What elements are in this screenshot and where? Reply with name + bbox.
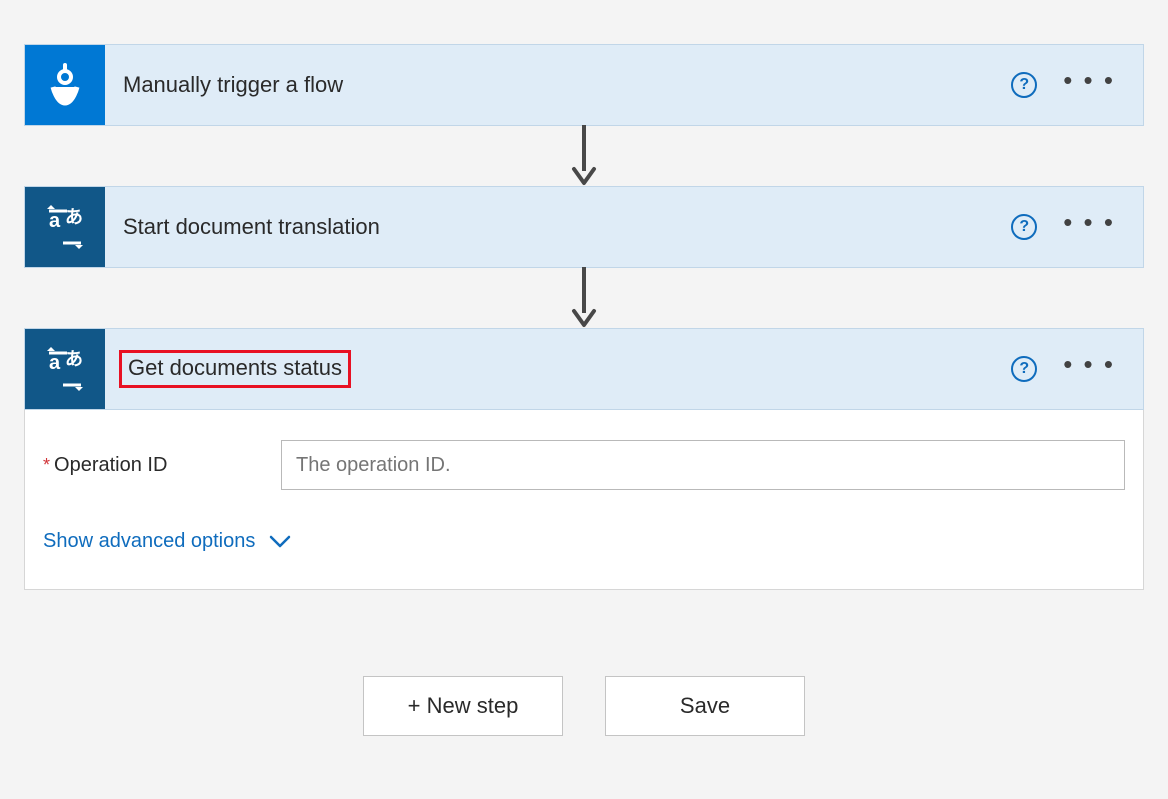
- param-row-operation-id: * Operation ID: [43, 440, 1125, 490]
- more-icon[interactable]: • • •: [1063, 222, 1115, 232]
- required-marker: *: [43, 455, 50, 476]
- new-step-button[interactable]: + New step: [363, 676, 563, 736]
- step-header-trigger: Manually trigger a flow ? • • •: [25, 45, 1143, 125]
- more-icon[interactable]: • • •: [1063, 80, 1115, 90]
- step-header-get-status: a あ Get documents status ? • • •: [25, 329, 1143, 409]
- svg-text:a: a: [49, 352, 61, 374]
- save-button[interactable]: Save: [605, 676, 805, 736]
- help-icon[interactable]: ?: [1011, 356, 1037, 382]
- step-title-get-status: Get documents status: [119, 350, 351, 388]
- trigger-icon: [25, 45, 105, 125]
- param-label-operation-id: * Operation ID: [43, 454, 263, 477]
- step-body-get-status: * Operation ID Show advanced options: [24, 410, 1144, 590]
- step-header-start-translation: a あ Start document translation ? • • •: [25, 187, 1143, 267]
- help-icon[interactable]: ?: [1011, 72, 1037, 98]
- connector-arrow: [570, 268, 598, 328]
- step-actions-get-status: ? • • •: [1011, 356, 1143, 382]
- step-actions-trigger: ? • • •: [1011, 72, 1143, 98]
- svg-text:a: a: [49, 210, 61, 232]
- step-title-trigger: Manually trigger a flow: [105, 72, 1011, 98]
- show-advanced-options-toggle[interactable]: Show advanced options: [43, 530, 291, 553]
- operation-id-input[interactable]: [281, 440, 1125, 490]
- step-card-trigger[interactable]: Manually trigger a flow ? • • •: [24, 44, 1144, 126]
- svg-text:あ: あ: [65, 349, 83, 369]
- advanced-options-label: Show advanced options: [43, 530, 255, 553]
- translator-icon: a あ: [25, 329, 105, 409]
- chevron-down-icon: [269, 535, 291, 549]
- flow-designer-canvas: Manually trigger a flow ? • • • a あ: [0, 0, 1168, 799]
- flow-column: Manually trigger a flow ? • • • a あ: [0, 44, 1168, 736]
- connector-arrow: [570, 126, 598, 186]
- step-card-start-translation[interactable]: a あ Start document translation ? • • •: [24, 186, 1144, 268]
- param-label-text: Operation ID: [54, 454, 167, 477]
- more-icon[interactable]: • • •: [1063, 364, 1115, 374]
- footer-buttons: + New step Save: [363, 676, 805, 736]
- svg-text:あ: あ: [65, 207, 83, 227]
- translator-icon: a あ: [25, 187, 105, 267]
- step-card-get-status[interactable]: a あ Get documents status ? • • •: [24, 328, 1144, 410]
- help-icon[interactable]: ?: [1011, 214, 1037, 240]
- step-actions-start-translation: ? • • •: [1011, 214, 1143, 240]
- step-title-start-translation: Start document translation: [105, 214, 1011, 240]
